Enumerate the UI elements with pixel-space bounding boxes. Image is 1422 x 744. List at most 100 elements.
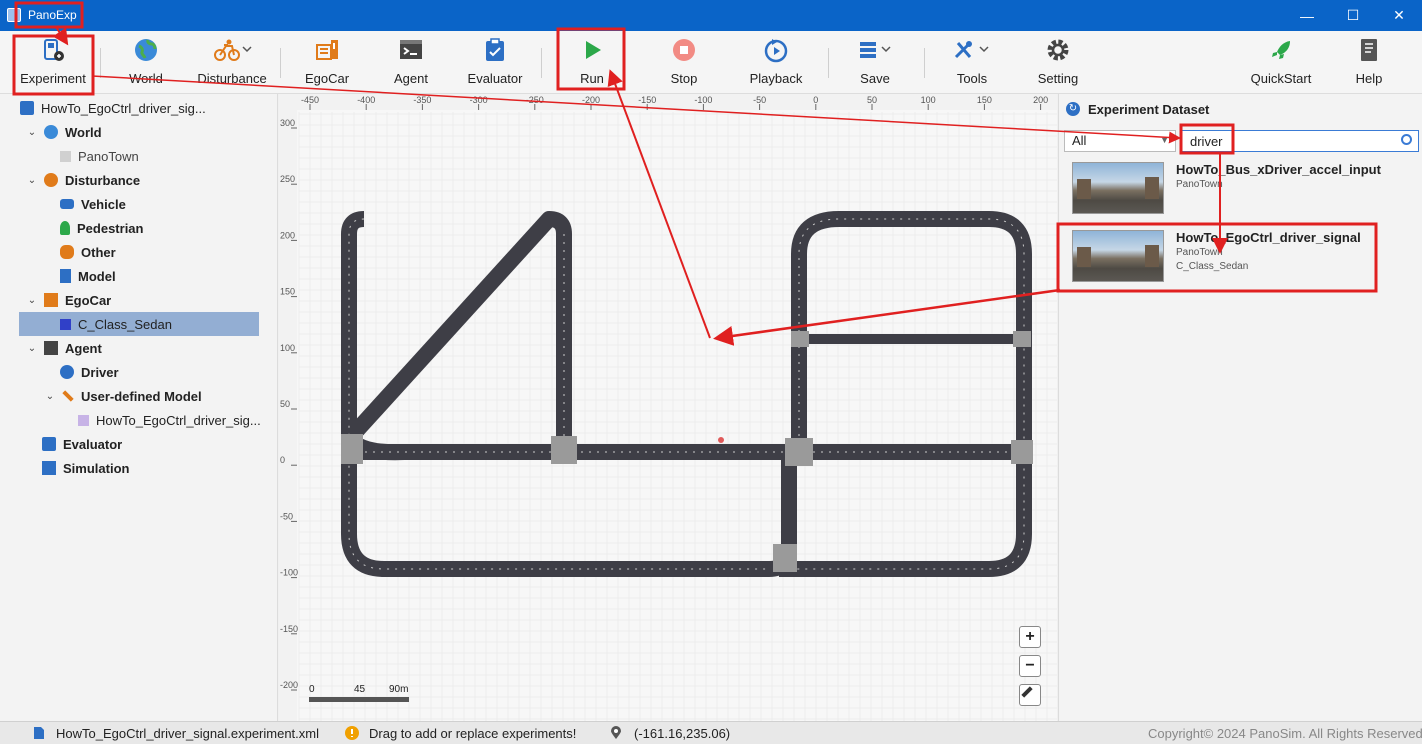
disturbance-label: Disturbance: [197, 71, 267, 86]
refresh-icon[interactable]: ↻: [1066, 102, 1080, 116]
quickstart-button[interactable]: QuickStart: [1248, 37, 1314, 91]
scene-thumbnail: [1072, 230, 1164, 282]
tree-item-pedestrian[interactable]: Pedestrian: [60, 216, 143, 240]
category-filter-select[interactable]: All ▼: [1064, 130, 1176, 152]
x-tick-label: -450: [301, 95, 319, 105]
save-label: Save: [860, 71, 890, 86]
x-tick-label: 100: [921, 95, 936, 105]
tree-item-model[interactable]: Model: [60, 264, 116, 288]
tree-item-simulation[interactable]: Simulation: [42, 456, 129, 480]
file-icon: [34, 727, 44, 739]
map-ruler: -450 -400 -350 -300 -250 -200 -150 -100 -50 0 50 10…: [279, 94, 1057, 721]
chevron-down-icon[interactable]: ⌄: [26, 343, 38, 354]
setting-button[interactable]: Setting: [1034, 37, 1082, 91]
bicycle-icon: [44, 173, 58, 187]
road-network-map[interactable]: -450 -400 -350 -300 -250 -200 -150 -100 -50 0 50 10…: [279, 94, 1057, 721]
y-tick-label: 50: [280, 399, 290, 409]
dataset-search-input[interactable]: driver: [1181, 130, 1419, 152]
folder-icon: [20, 101, 34, 115]
tree-item-disturbance[interactable]: ⌄ Disturbance: [26, 168, 140, 192]
tree-item-world[interactable]: ⌄ World: [26, 120, 102, 144]
agent-label: Agent: [394, 71, 428, 86]
tree-item-agent[interactable]: ⌄ Agent: [26, 336, 102, 360]
tree-root[interactable]: HowTo_EgoCtrl_driver_sig...: [20, 96, 206, 120]
setting-label: Setting: [1037, 71, 1079, 86]
run-button[interactable]: Run: [570, 37, 614, 91]
minimize-button[interactable]: —: [1284, 0, 1330, 31]
x-tick-label: -200: [582, 95, 600, 105]
dataset-item[interactable]: HowTo_EgoCtrl_driver_signal PanoTown C_C…: [1067, 226, 1417, 286]
experiment-dataset-panel: ↻ Experiment Dataset All ▼ driver HowTo_…: [1058, 94, 1422, 721]
tree-item-driver[interactable]: Driver: [60, 360, 119, 384]
tools-icon: [952, 37, 992, 63]
toolbar-separator: [828, 48, 829, 78]
junction-center: [551, 436, 577, 464]
dataset-item[interactable]: HowTo_Bus_xDriver_accel_input PanoTown: [1067, 158, 1417, 218]
tree-item-panotown[interactable]: PanoTown: [60, 144, 139, 168]
close-button[interactable]: ✕: [1376, 0, 1422, 31]
experiment-button[interactable]: Experiment: [18, 37, 88, 91]
x-tick-label: -400: [357, 95, 375, 105]
tree-user-model-file-label: HowTo_EgoCtrl_driver_sig...: [96, 412, 261, 428]
y-tick-label: -150: [280, 624, 298, 634]
stop-button[interactable]: Stop: [662, 37, 706, 91]
tools-button[interactable]: Tools: [946, 37, 998, 91]
experiment-tree: HowTo_EgoCtrl_driver_sig... ⌄ World Pano…: [0, 94, 278, 721]
tree-item-user-defined-model[interactable]: ⌄ User-defined Model: [44, 384, 202, 408]
maximize-button[interactable]: ☐: [1330, 0, 1376, 31]
ego-vehicle-marker: [718, 437, 724, 443]
tree-item-c-class-sedan[interactable]: C_Class_Sedan: [19, 312, 259, 336]
playback-label: Playback: [749, 71, 803, 86]
x-tick-label: -150: [638, 95, 656, 105]
save-button[interactable]: Save: [850, 37, 900, 91]
tree-c-class-sedan-label: C_Class_Sedan: [78, 316, 172, 332]
zoom-in-button[interactable]: +: [1019, 626, 1041, 648]
chevron-down-icon[interactable]: ⌄: [26, 175, 38, 186]
search-icon[interactable]: [1401, 134, 1412, 145]
egocar-button[interactable]: EgoCar: [300, 37, 354, 91]
y-tick-label: 100: [280, 343, 295, 353]
bicycle-icon: [212, 37, 252, 63]
driver-icon: [60, 365, 74, 379]
chevron-down-icon[interactable]: ⌄: [26, 127, 38, 138]
chevron-down-icon[interactable]: ⌄: [44, 391, 56, 402]
status-coordinates: (-161.16,235.06): [634, 726, 731, 741]
tree-pedestrian-label: Pedestrian: [77, 220, 144, 236]
tree-egocar-label: EgoCar: [65, 292, 112, 308]
tree-item-vehicle[interactable]: Vehicle: [60, 192, 126, 216]
tree-agent-label: Agent: [65, 340, 102, 356]
junction-right-main: [785, 438, 813, 466]
disturbance-button[interactable]: Disturbance: [194, 37, 270, 91]
tree-item-evaluator[interactable]: Evaluator: [42, 432, 122, 456]
clipboard-icon: [482, 37, 508, 63]
tree-item-egocar[interactable]: ⌄ EgoCar: [26, 288, 111, 312]
chevron-down-icon[interactable]: ⌄: [26, 295, 38, 306]
evaluator-label: Evaluator: [467, 71, 523, 86]
globe-icon: [44, 125, 58, 139]
tree-item-other[interactable]: Other: [60, 240, 116, 264]
tree-panotown-label: PanoTown: [78, 148, 139, 164]
help-button[interactable]: Help: [1350, 37, 1388, 91]
window-title: PanoExp: [28, 8, 77, 22]
agent-button[interactable]: Agent: [386, 37, 436, 91]
scale-label: 45: [354, 684, 366, 695]
junction-right-upper: [791, 331, 809, 347]
ruler-icon[interactable]: [1019, 684, 1041, 706]
x-tick-label: 0: [813, 95, 818, 105]
panel-title: Experiment Dataset: [1088, 102, 1210, 117]
tree-item-user-model-file[interactable]: HowTo_EgoCtrl_driver_sig...: [78, 408, 261, 432]
search-value: driver: [1190, 134, 1223, 149]
status-copyright: Copyright© 2024 PanoSim. All Rights Rese…: [1148, 726, 1422, 741]
zoom-out-button[interactable]: −: [1019, 655, 1041, 677]
y-tick-label: 250: [280, 174, 295, 184]
junction-right-upper-edge: [1013, 331, 1031, 347]
tree-evaluator-label: Evaluator: [63, 436, 123, 452]
world-button[interactable]: World: [120, 37, 172, 91]
map-canvas[interactable]: -450 -400 -350 -300 -250 -200 -150 -100 -50 0 50 10…: [279, 94, 1057, 721]
toolbar-separator: [100, 48, 101, 78]
playback-button[interactable]: Playback: [746, 37, 806, 91]
gear-icon: [1045, 37, 1071, 63]
help-label: Help: [1355, 71, 1383, 86]
egocar-label: EgoCar: [304, 71, 350, 86]
evaluator-button[interactable]: Evaluator: [464, 37, 526, 91]
